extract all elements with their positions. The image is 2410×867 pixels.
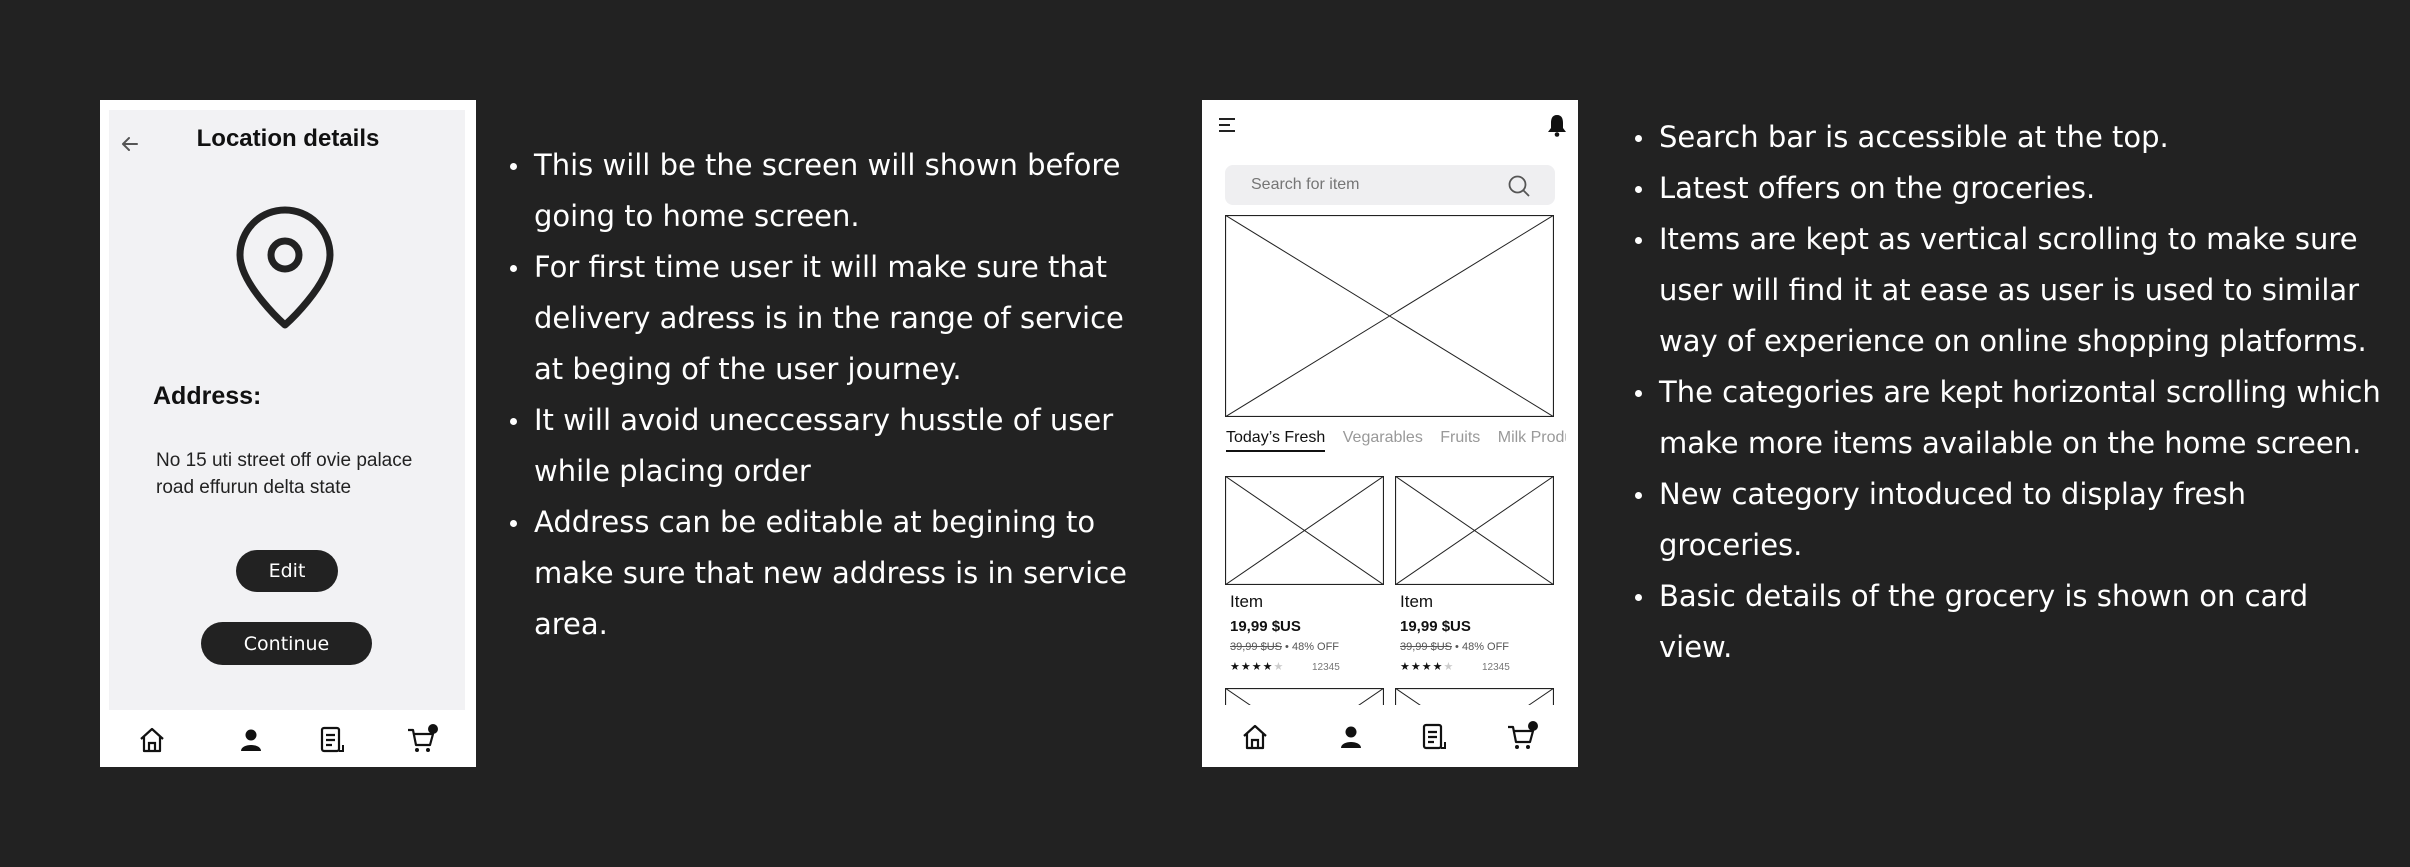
note-item: Items are kept as vertical scrolling to … xyxy=(1629,214,2389,367)
product-old-price-row: 39,99 $US • 48% OFF xyxy=(1400,641,1509,653)
tab-fruits[interactable]: Fruits xyxy=(1440,429,1480,447)
note-item: The categories are kept horizontal scrol… xyxy=(1629,367,2389,469)
product-discount: • 48% OFF xyxy=(1285,641,1340,653)
note-item: Address can be editable at begining to m… xyxy=(504,497,1144,650)
review-count: 12345 xyxy=(1482,662,1510,673)
address-text: No 15 uti street off ovie palace road ef… xyxy=(156,450,413,498)
home-icon[interactable] xyxy=(137,725,167,755)
page-title: Location details xyxy=(196,125,380,152)
note-item: Latest offers on the groceries. xyxy=(1629,163,2389,214)
tab-todays-fresh[interactable]: Today’s Fresh xyxy=(1226,429,1326,452)
note-item: Search bar is accessible at the top. xyxy=(1629,112,2389,163)
product-old-price: 39,99 $US xyxy=(1230,641,1282,653)
product-image-placeholder[interactable] xyxy=(1225,476,1384,585)
product-name[interactable]: Item xyxy=(1400,592,1433,612)
product-price: 19,99 $US xyxy=(1400,618,1471,635)
search-icon[interactable] xyxy=(1507,174,1531,198)
address-label: Address: xyxy=(153,382,262,410)
edit-button[interactable]: Edit xyxy=(236,550,338,592)
location-details-screen: Location details Address: No 15 uti stre… xyxy=(100,100,476,767)
orders-icon[interactable] xyxy=(316,725,346,755)
menu-icon[interactable] xyxy=(1218,117,1238,133)
location-notes: This will be the screen will shown befor… xyxy=(504,140,1144,650)
rating-stars: ★★★★★ xyxy=(1400,661,1455,673)
orders-icon[interactable] xyxy=(1418,722,1448,752)
tab-vegetables[interactable]: Vegarables xyxy=(1343,429,1423,447)
rating-stars: ★★★★★ xyxy=(1230,661,1285,673)
cart-badge xyxy=(1528,721,1538,731)
product-old-price-row: 39,99 $US • 48% OFF xyxy=(1230,641,1339,653)
product-old-price: 39,99 $US xyxy=(1400,641,1452,653)
user-icon[interactable] xyxy=(1336,722,1366,752)
note-item: New category intoduced to display fresh … xyxy=(1629,469,2389,571)
location-pin-icon xyxy=(236,206,334,329)
note-item: This will be the screen will shown befor… xyxy=(504,140,1144,242)
product-discount: • 48% OFF xyxy=(1455,641,1510,653)
home-notes: Search bar is accessible at the top. Lat… xyxy=(1629,112,2389,673)
continue-button[interactable]: Continue xyxy=(201,622,372,665)
home-screen: Today’s Fresh Vegarables Fruits Milk Pro… xyxy=(1202,100,1578,767)
cart-badge xyxy=(428,724,438,734)
search-bar[interactable] xyxy=(1225,165,1555,205)
bell-icon[interactable] xyxy=(1546,113,1568,137)
note-item: It will avoid uneccessary husstle of use… xyxy=(504,395,1144,497)
note-item: For first time user it will make sure th… xyxy=(504,242,1144,395)
home-icon[interactable] xyxy=(1240,722,1270,752)
category-tabs: Today’s Fresh Vegarables Fruits Milk Pro… xyxy=(1226,429,1566,459)
search-input[interactable] xyxy=(1251,165,1491,205)
tab-milk-product[interactable]: Milk Product xyxy=(1498,429,1566,447)
user-icon[interactable] xyxy=(236,725,266,755)
note-item: Basic details of the grocery is shown on… xyxy=(1629,571,2389,673)
product-price: 19,99 $US xyxy=(1230,618,1301,635)
offer-banner-placeholder[interactable] xyxy=(1225,215,1554,417)
product-image-placeholder[interactable] xyxy=(1395,476,1554,585)
product-name[interactable]: Item xyxy=(1230,592,1263,612)
review-count: 12345 xyxy=(1312,662,1340,673)
